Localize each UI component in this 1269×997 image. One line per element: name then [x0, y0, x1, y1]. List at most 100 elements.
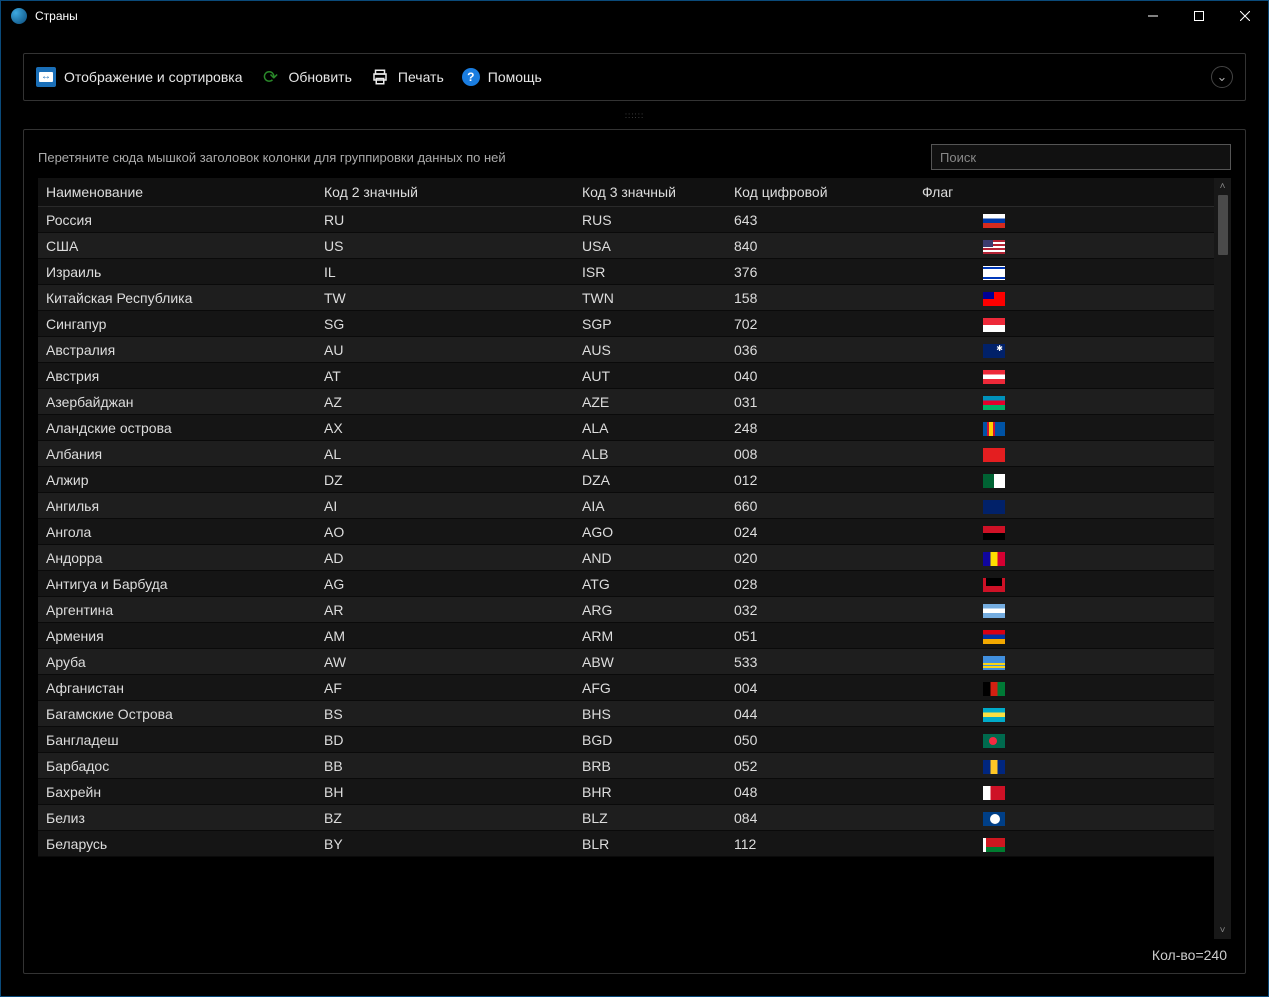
table-row[interactable]: АлбанияALALB008	[38, 441, 1214, 467]
flag-icon	[983, 396, 1005, 410]
table-row[interactable]: АвстрияATAUT040	[38, 363, 1214, 389]
table-row[interactable]: ИзраильILISR376	[38, 259, 1214, 285]
col-header-pad	[1074, 178, 1214, 207]
cell-flag	[914, 727, 1074, 753]
print-icon	[370, 67, 390, 87]
cell-pad	[1074, 415, 1214, 441]
table-row[interactable]: АзербайджанAZAZE031	[38, 389, 1214, 415]
scroll-track[interactable]	[1218, 195, 1228, 922]
table-row[interactable]: АрменияAMARM051	[38, 623, 1214, 649]
help-button[interactable]: ? Помощь	[462, 68, 542, 86]
table-row[interactable]: АнгильяAIAIA660	[38, 493, 1214, 519]
cell-name: Алжир	[38, 467, 316, 493]
cell-code2: BH	[316, 779, 574, 805]
cell-flag	[914, 779, 1074, 805]
flag-icon	[983, 370, 1005, 384]
flag-icon	[983, 630, 1005, 644]
cell-pad	[1074, 701, 1214, 727]
print-label: Печать	[398, 69, 444, 85]
minimize-button[interactable]	[1130, 1, 1176, 31]
table-row[interactable]: Аландские островаAXALA248	[38, 415, 1214, 441]
table-row[interactable]: АфганистанAFAFG004	[38, 675, 1214, 701]
cell-name: Ангола	[38, 519, 316, 545]
table-row[interactable]: БелизBZBLZ084	[38, 805, 1214, 831]
table-row[interactable]: БангладешBDBGD050	[38, 727, 1214, 753]
cell-pad	[1074, 259, 1214, 285]
countries-table: Наименование Код 2 значный Код 3 значный…	[38, 178, 1214, 857]
scroll-down-arrow[interactable]: ˅	[1214, 922, 1231, 939]
cell-code3: USA	[574, 233, 726, 259]
help-label: Помощь	[488, 69, 542, 85]
col-header-code2[interactable]: Код 2 значный	[316, 178, 574, 207]
cell-codenum: 112	[726, 831, 914, 857]
toolbar-expand-button[interactable]: ⌄	[1211, 66, 1233, 88]
cell-pad	[1074, 623, 1214, 649]
table-row[interactable]: АвстралияAUAUS036	[38, 337, 1214, 363]
cell-pad	[1074, 207, 1214, 233]
vertical-scrollbar[interactable]: ˄ ˅	[1214, 178, 1231, 939]
refresh-button[interactable]: ⟳ Обновить	[261, 67, 352, 87]
table-row[interactable]: СШАUSUSA840	[38, 233, 1214, 259]
table-row[interactable]: АрубаAWABW533	[38, 649, 1214, 675]
splitter-handle[interactable]: ::::::	[23, 111, 1246, 119]
cell-name: Барбадос	[38, 753, 316, 779]
table-row[interactable]: АндорраADAND020	[38, 545, 1214, 571]
table-row[interactable]: Багамские ОстроваBSBHS044	[38, 701, 1214, 727]
cell-codenum: 643	[726, 207, 914, 233]
table-row[interactable]: БахрейнBHBHR048	[38, 779, 1214, 805]
col-header-name[interactable]: Наименование	[38, 178, 316, 207]
table-row[interactable]: БеларусьBYBLR112	[38, 831, 1214, 857]
cell-code3: AUS	[574, 337, 726, 363]
cell-name: Израиль	[38, 259, 316, 285]
cell-code2: AG	[316, 571, 574, 597]
col-header-flag[interactable]: Флаг	[914, 178, 1074, 207]
flag-icon	[983, 838, 1005, 852]
table-row[interactable]: Китайская РеспубликаTWTWN158	[38, 285, 1214, 311]
cell-name: Россия	[38, 207, 316, 233]
cell-code2: SG	[316, 311, 574, 337]
cell-flag	[914, 285, 1074, 311]
cell-code2: AU	[316, 337, 574, 363]
flag-icon	[983, 760, 1005, 774]
cell-code3: TWN	[574, 285, 726, 311]
data-grid: Наименование Код 2 значный Код 3 значный…	[38, 178, 1214, 939]
col-header-codenum[interactable]: Код цифровой	[726, 178, 914, 207]
print-button[interactable]: Печать	[370, 67, 444, 87]
cell-flag	[914, 649, 1074, 675]
table-row[interactable]: РоссияRURUS643	[38, 207, 1214, 233]
content-area: Отображение и сортировка ⟳ Обновить Печа…	[1, 31, 1268, 996]
maximize-button[interactable]	[1176, 1, 1222, 31]
chevron-down-icon: ⌄	[1217, 69, 1228, 85]
flag-icon	[983, 812, 1005, 826]
cell-flag	[914, 597, 1074, 623]
close-button[interactable]	[1222, 1, 1268, 31]
cell-code3: AUT	[574, 363, 726, 389]
scroll-up-arrow[interactable]: ˄	[1214, 178, 1231, 195]
cell-flag	[914, 805, 1074, 831]
cell-name: Афганистан	[38, 675, 316, 701]
sort-display-button[interactable]: Отображение и сортировка	[36, 67, 243, 87]
cell-pad	[1074, 285, 1214, 311]
cell-flag	[914, 207, 1074, 233]
cell-name: Андорра	[38, 545, 316, 571]
cell-code3: ABW	[574, 649, 726, 675]
titlebar[interactable]: Страны	[1, 1, 1268, 31]
table-row[interactable]: АнголаAOAGO024	[38, 519, 1214, 545]
table-row[interactable]: БарбадосBBBRB052	[38, 753, 1214, 779]
cell-pad	[1074, 467, 1214, 493]
cell-code3: ALA	[574, 415, 726, 441]
table-row[interactable]: СингапурSGSGP702	[38, 311, 1214, 337]
scroll-thumb[interactable]	[1218, 195, 1228, 255]
cell-code2: AD	[316, 545, 574, 571]
table-row[interactable]: АлжирDZDZA012	[38, 467, 1214, 493]
cell-name: Аргентина	[38, 597, 316, 623]
col-header-code3[interactable]: Код 3 значный	[574, 178, 726, 207]
group-by-hint[interactable]: Перетяните сюда мышкой заголовок колонки…	[38, 146, 921, 169]
table-row[interactable]: Антигуа и БарбудаAGATG028	[38, 571, 1214, 597]
cell-code3: SGP	[574, 311, 726, 337]
cell-name: Австралия	[38, 337, 316, 363]
cell-code2: AF	[316, 675, 574, 701]
cell-pad	[1074, 805, 1214, 831]
search-input[interactable]	[931, 144, 1231, 170]
table-row[interactable]: АргентинаARARG032	[38, 597, 1214, 623]
